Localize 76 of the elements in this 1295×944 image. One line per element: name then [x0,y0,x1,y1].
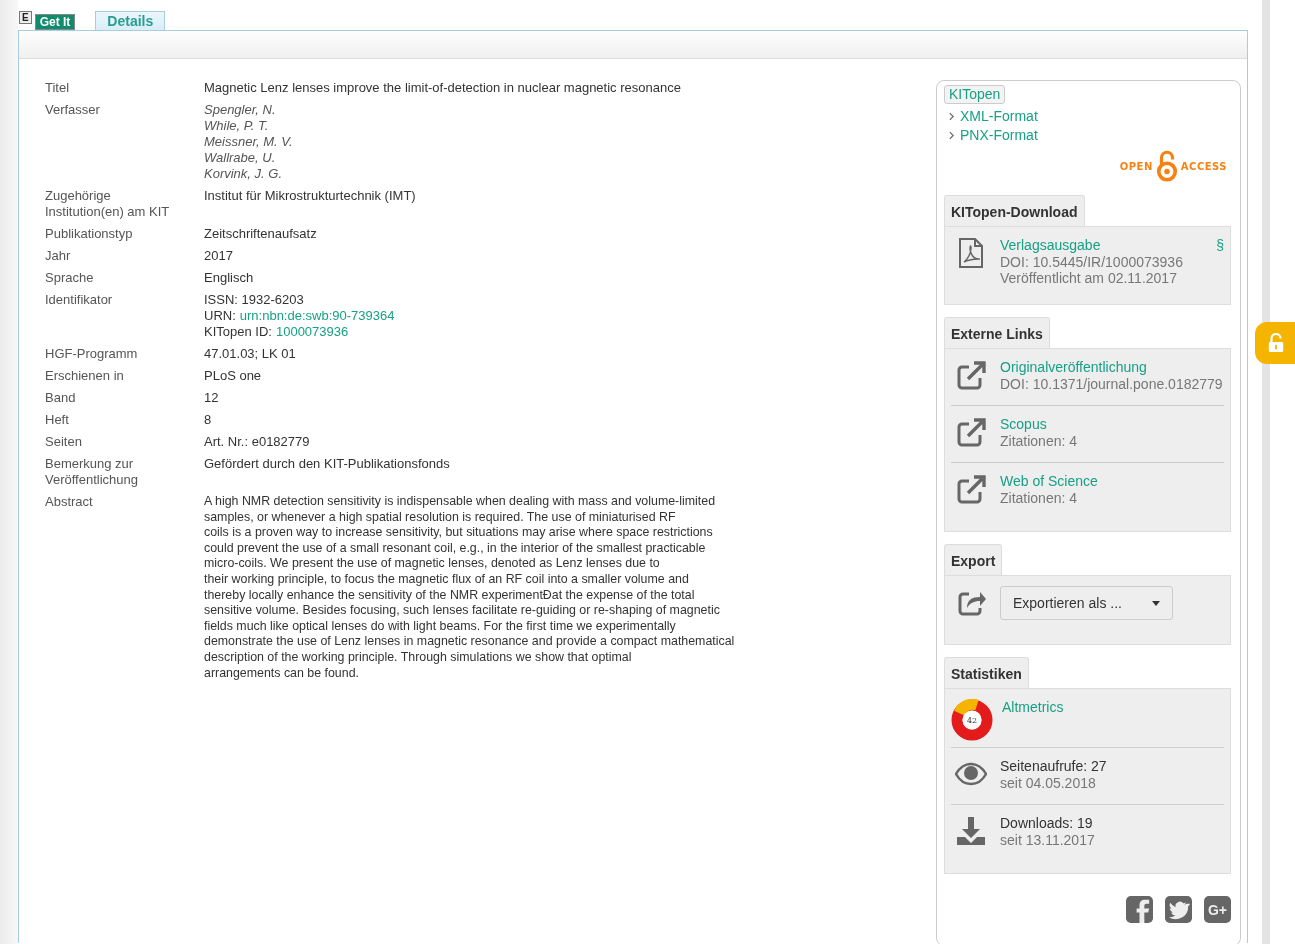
e-badge[interactable]: E [19,11,32,24]
section-heading: Externe Links [944,317,1050,348]
field-value: Magnetic Lenz lenses improve the limit-of-detection in nuclear magnetic resonance [204,80,681,96]
chevron-icon [949,112,954,121]
export-dropdown[interactable]: Exportieren als ... [1000,586,1173,620]
abstract-text: A high NMR detection sensitivity is indispensable when dealing with mass and volume-limited samples, or whenever a high spatial resolution is required. The use of miniaturised RF coils is a proven way to increase sensitivity, but situations may arise where space restrictions could prevent the use of a small resonant coil, e.g., in the interior of the smallest practicable micro-coils. We present the use of magnetic lenses, denoted as Lenz lenses due to their working principle, to focus the magnetic flux of an RF coil into a smaller volume and thereby locally enhance the sensitivity of the NMR experimentĐat the expense of the total sensitive volume. Besides focusing, such lenses facilitate re-guiding or re-shaping of magnetic fields much like optical lenses do with light beams. For the first time we experimentally demonstrate the use of Lenz lenses in magnetic resonance and provide a compact mathematical description of the working principle. Through simulations we show that optimal arrangements can be found. [204,494,735,682]
item-link[interactable]: Verlagsausgabe [1000,237,1101,254]
tab[interactable]: Get It [34,14,76,30]
stat-count: Seitenaufrufe: 27 [1000,758,1107,775]
field-value: Institut für Mikrostrukturtechnik (IMT) [204,188,416,205]
field-label: Zugehörige Institution(en) am KIT [45,188,171,220]
external-link-icon [955,473,987,505]
author-name: Wallrabe, U. [204,150,277,166]
author-name: Korvink, J. G. [204,166,284,182]
field-label: Abstract [45,494,94,511]
author-name: Spengler, N. [204,102,277,118]
item-link[interactable]: Scopus [1000,416,1047,433]
facebook-icon[interactable] [1126,896,1153,923]
field-label: Publikationstyp [45,226,134,242]
item-detail: DOI: 10.5445/IR/1000073936 [1000,254,1184,270]
identifier-text: URN: [204,308,236,323]
google-plus-icon[interactable]: G+ [1204,896,1231,923]
section-heading: Statistiken [944,657,1029,688]
external-link-icon [955,359,987,391]
format-link[interactable]: XML-Format [960,107,1038,126]
identifier-text: KITopen ID: [204,324,272,339]
field-value: 8 [204,412,212,428]
stat-count: Downloads: 19 [1000,815,1093,832]
author-name: Meissner, M. V. [204,134,293,150]
section-heading: Export [944,544,1003,575]
item-detail: seit 04.05.2018 [1000,775,1097,791]
field-value: Gefördert durch den KIT-Publikationsfonds [204,456,450,473]
identifier-link[interactable]: urn:nbn:de:swb:90-739364 [239,308,395,323]
format-link[interactable]: PNX-Format [960,126,1038,145]
field-value: Art. Nr.: e0182779 [204,434,310,450]
repository-badge: KITopen [944,85,1006,104]
field-value: Englisch [204,270,254,286]
item-detail: DOI: 10.1371/journal.pone.0182779 [1000,376,1224,392]
field-label: Band [45,390,77,406]
field-value: 47.01.03; LK 01 [204,346,296,362]
item-link[interactable]: Altmetrics [1002,699,1064,716]
field-label: Sprache [45,270,95,286]
tab[interactable]: Details [95,11,166,30]
item-detail: seit 13.11.2017 [1000,832,1096,848]
field-label: Seiten [45,434,83,450]
twitter-icon[interactable] [1165,896,1192,923]
identifier-text: ISSN: 1932-6203 [204,292,304,307]
field-label: Verfasser [45,102,101,119]
open-access-logo: OPEN ACCESS [944,149,1231,183]
item-detail: Zitationen: 4 [1000,490,1079,506]
field-label: HGF-Programm [45,346,139,362]
field-label: Heft [45,412,70,428]
field-value: 12 [204,390,219,406]
field-label: Bemerkung zur Veröffentlichung [45,456,139,488]
padlock-icon [1267,333,1285,353]
external-link-icon [955,416,987,448]
item-link[interactable]: Originalveröffentlichung [1000,359,1147,376]
download-icon [955,815,987,847]
item-detail: Zitationen: 4 [1000,433,1079,449]
field-label: Jahr [45,248,72,264]
caret-icon [1151,600,1160,606]
field-value: 2017 [204,248,233,264]
author-name: While, P. T. [204,118,270,134]
field-value: PLoS one [204,368,262,384]
item-detail: Veröffentlicht am 02.11.2017 [1000,270,1178,286]
field-value: Zeitschriftenaufsatz [204,226,317,242]
chevron-icon [949,131,954,140]
license-link[interactable]: § [1216,237,1224,254]
field-label: Erschienen in [45,368,125,384]
identifier-link[interactable]: 1000073936 [275,324,349,339]
section-heading: KITopen-Download [944,195,1085,226]
item-link[interactable]: Web of Science [1000,473,1098,490]
field-label: Identifikator [45,292,114,309]
scrollbar[interactable] [1262,0,1270,944]
field-label: Titel [45,80,71,96]
altmetric-donut-icon: 42 [951,699,993,741]
